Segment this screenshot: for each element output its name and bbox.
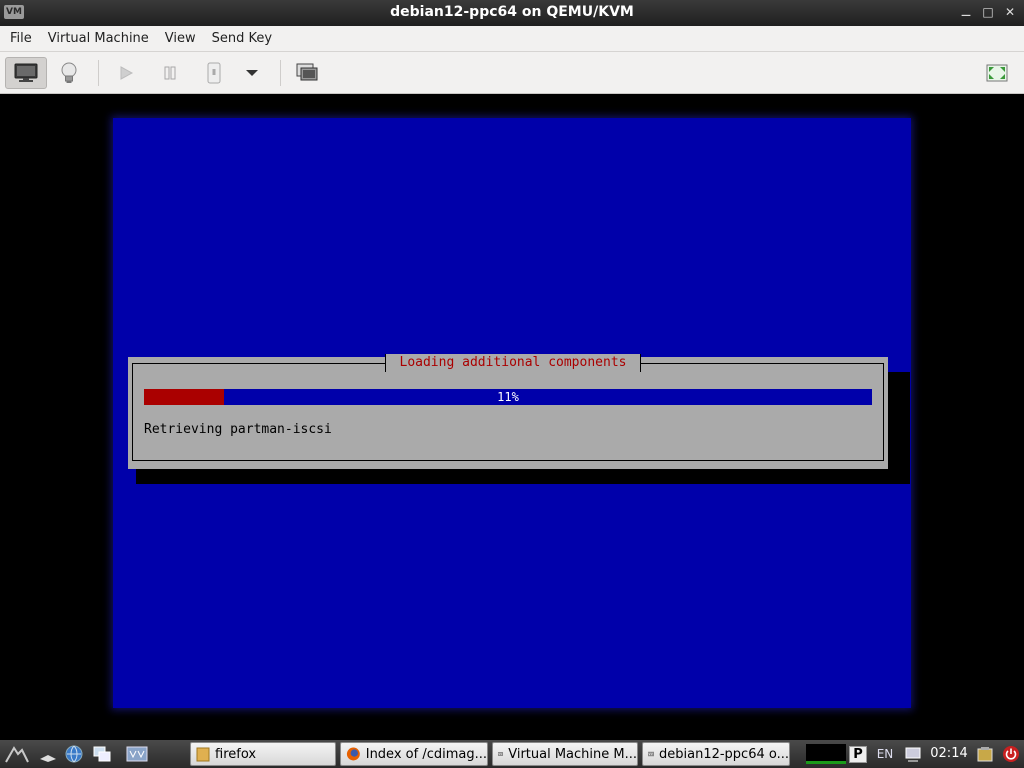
- start-menu-button[interactable]: [2, 743, 32, 765]
- maximize-icon[interactable]: □: [980, 4, 996, 20]
- fullscreen-button[interactable]: [980, 57, 1014, 89]
- menubar: File Virtual Machine View Send Key: [0, 26, 1024, 52]
- task-debian12-vm[interactable]: debian12-ppc64 o...: [642, 742, 790, 766]
- toolbar: [0, 52, 1024, 94]
- installer-dialog: Loading additional components 11% Retrie…: [128, 354, 888, 469]
- window-title: debian12-ppc64 on QEMU/KVM: [390, 4, 634, 20]
- task-label: firefox: [215, 746, 257, 762]
- network-icon: [905, 747, 921, 762]
- show-details-button[interactable]: [52, 57, 86, 89]
- task-virtual-machine-manager[interactable]: Virtual Machine M...: [492, 742, 638, 766]
- shutdown-menu-button[interactable]: [238, 57, 266, 89]
- task-index-cdimage[interactable]: Index of /cdimag...: [340, 742, 488, 766]
- menu-virtual-machine[interactable]: Virtual Machine: [48, 29, 149, 48]
- firefox-icon: [346, 747, 360, 761]
- power-switch-icon: [207, 62, 221, 84]
- virt-manager-icon: [498, 752, 504, 756]
- task-label: Index of /cdimag...: [365, 746, 487, 762]
- snapshots-button[interactable]: [290, 57, 324, 89]
- folder-icon: [196, 747, 210, 762]
- virt-manager-launcher[interactable]: [124, 743, 150, 765]
- plugin-indicator[interactable]: P: [848, 743, 868, 765]
- plugin-label: P: [849, 745, 867, 763]
- menu-view[interactable]: View: [165, 29, 196, 48]
- lightbulb-icon: [61, 62, 77, 83]
- file-manager-launcher[interactable]: [90, 743, 114, 765]
- play-icon: [120, 66, 134, 80]
- chevron-down-icon: [246, 70, 258, 76]
- pause-icon: [164, 66, 176, 80]
- clock[interactable]: 02:14: [928, 744, 970, 764]
- monitor-icon: [14, 63, 38, 82]
- keyboard-layout[interactable]: EN: [872, 743, 898, 765]
- menu-file[interactable]: File: [10, 29, 32, 48]
- volume-icon: [977, 747, 993, 762]
- task-label: Virtual Machine M...: [508, 746, 637, 762]
- browser-launcher[interactable]: [62, 743, 86, 765]
- vm-display[interactable]: Loading additional components 11% Retrie…: [0, 94, 1024, 740]
- cpu-monitor[interactable]: [806, 744, 846, 764]
- status-text: Retrieving partman-iscsi: [144, 422, 332, 437]
- close-icon[interactable]: ✕: [1002, 4, 1018, 20]
- show-desktop-icon: [40, 755, 56, 762]
- logout-button[interactable]: [1000, 743, 1022, 765]
- taskbar: firefox Index of /cdimag... Virtual Mach…: [0, 740, 1024, 768]
- shutdown-button[interactable]: [198, 57, 230, 89]
- virt-manager-icon: [126, 746, 148, 762]
- progress-label: 11%: [497, 390, 519, 404]
- task-firefox[interactable]: firefox: [190, 742, 336, 766]
- start-menu-icon: [5, 746, 29, 763]
- vm-screen[interactable]: Loading additional components 11% Retrie…: [113, 118, 911, 708]
- fullscreen-icon: [986, 64, 1008, 82]
- toolbar-separator: [280, 60, 281, 86]
- snapshot-icon: [296, 63, 318, 81]
- show-desktop-button[interactable]: [36, 743, 60, 765]
- virt-manager-icon: [648, 751, 654, 757]
- menu-send-key[interactable]: Send Key: [212, 29, 272, 48]
- windows-icon: [93, 746, 111, 762]
- dialog-frame: Loading additional components 11% Retrie…: [132, 354, 884, 461]
- run-button[interactable]: [110, 57, 142, 89]
- globe-icon: [65, 745, 83, 763]
- volume-button[interactable]: [974, 743, 996, 765]
- task-label: debian12-ppc64 o...: [659, 746, 789, 762]
- show-console-button[interactable]: [5, 57, 47, 89]
- power-icon: [1003, 746, 1019, 762]
- minimize-icon[interactable]: ⚊: [958, 4, 974, 20]
- toolbar-separator: [98, 60, 99, 86]
- network-button[interactable]: [902, 743, 924, 765]
- dialog-title: Loading additional components: [385, 354, 641, 372]
- pause-button[interactable]: [154, 57, 186, 89]
- progress-bar: 11%: [144, 389, 872, 405]
- window-titlebar[interactable]: VM debian12-ppc64 on QEMU/KVM ⚊ □ ✕: [0, 0, 1024, 26]
